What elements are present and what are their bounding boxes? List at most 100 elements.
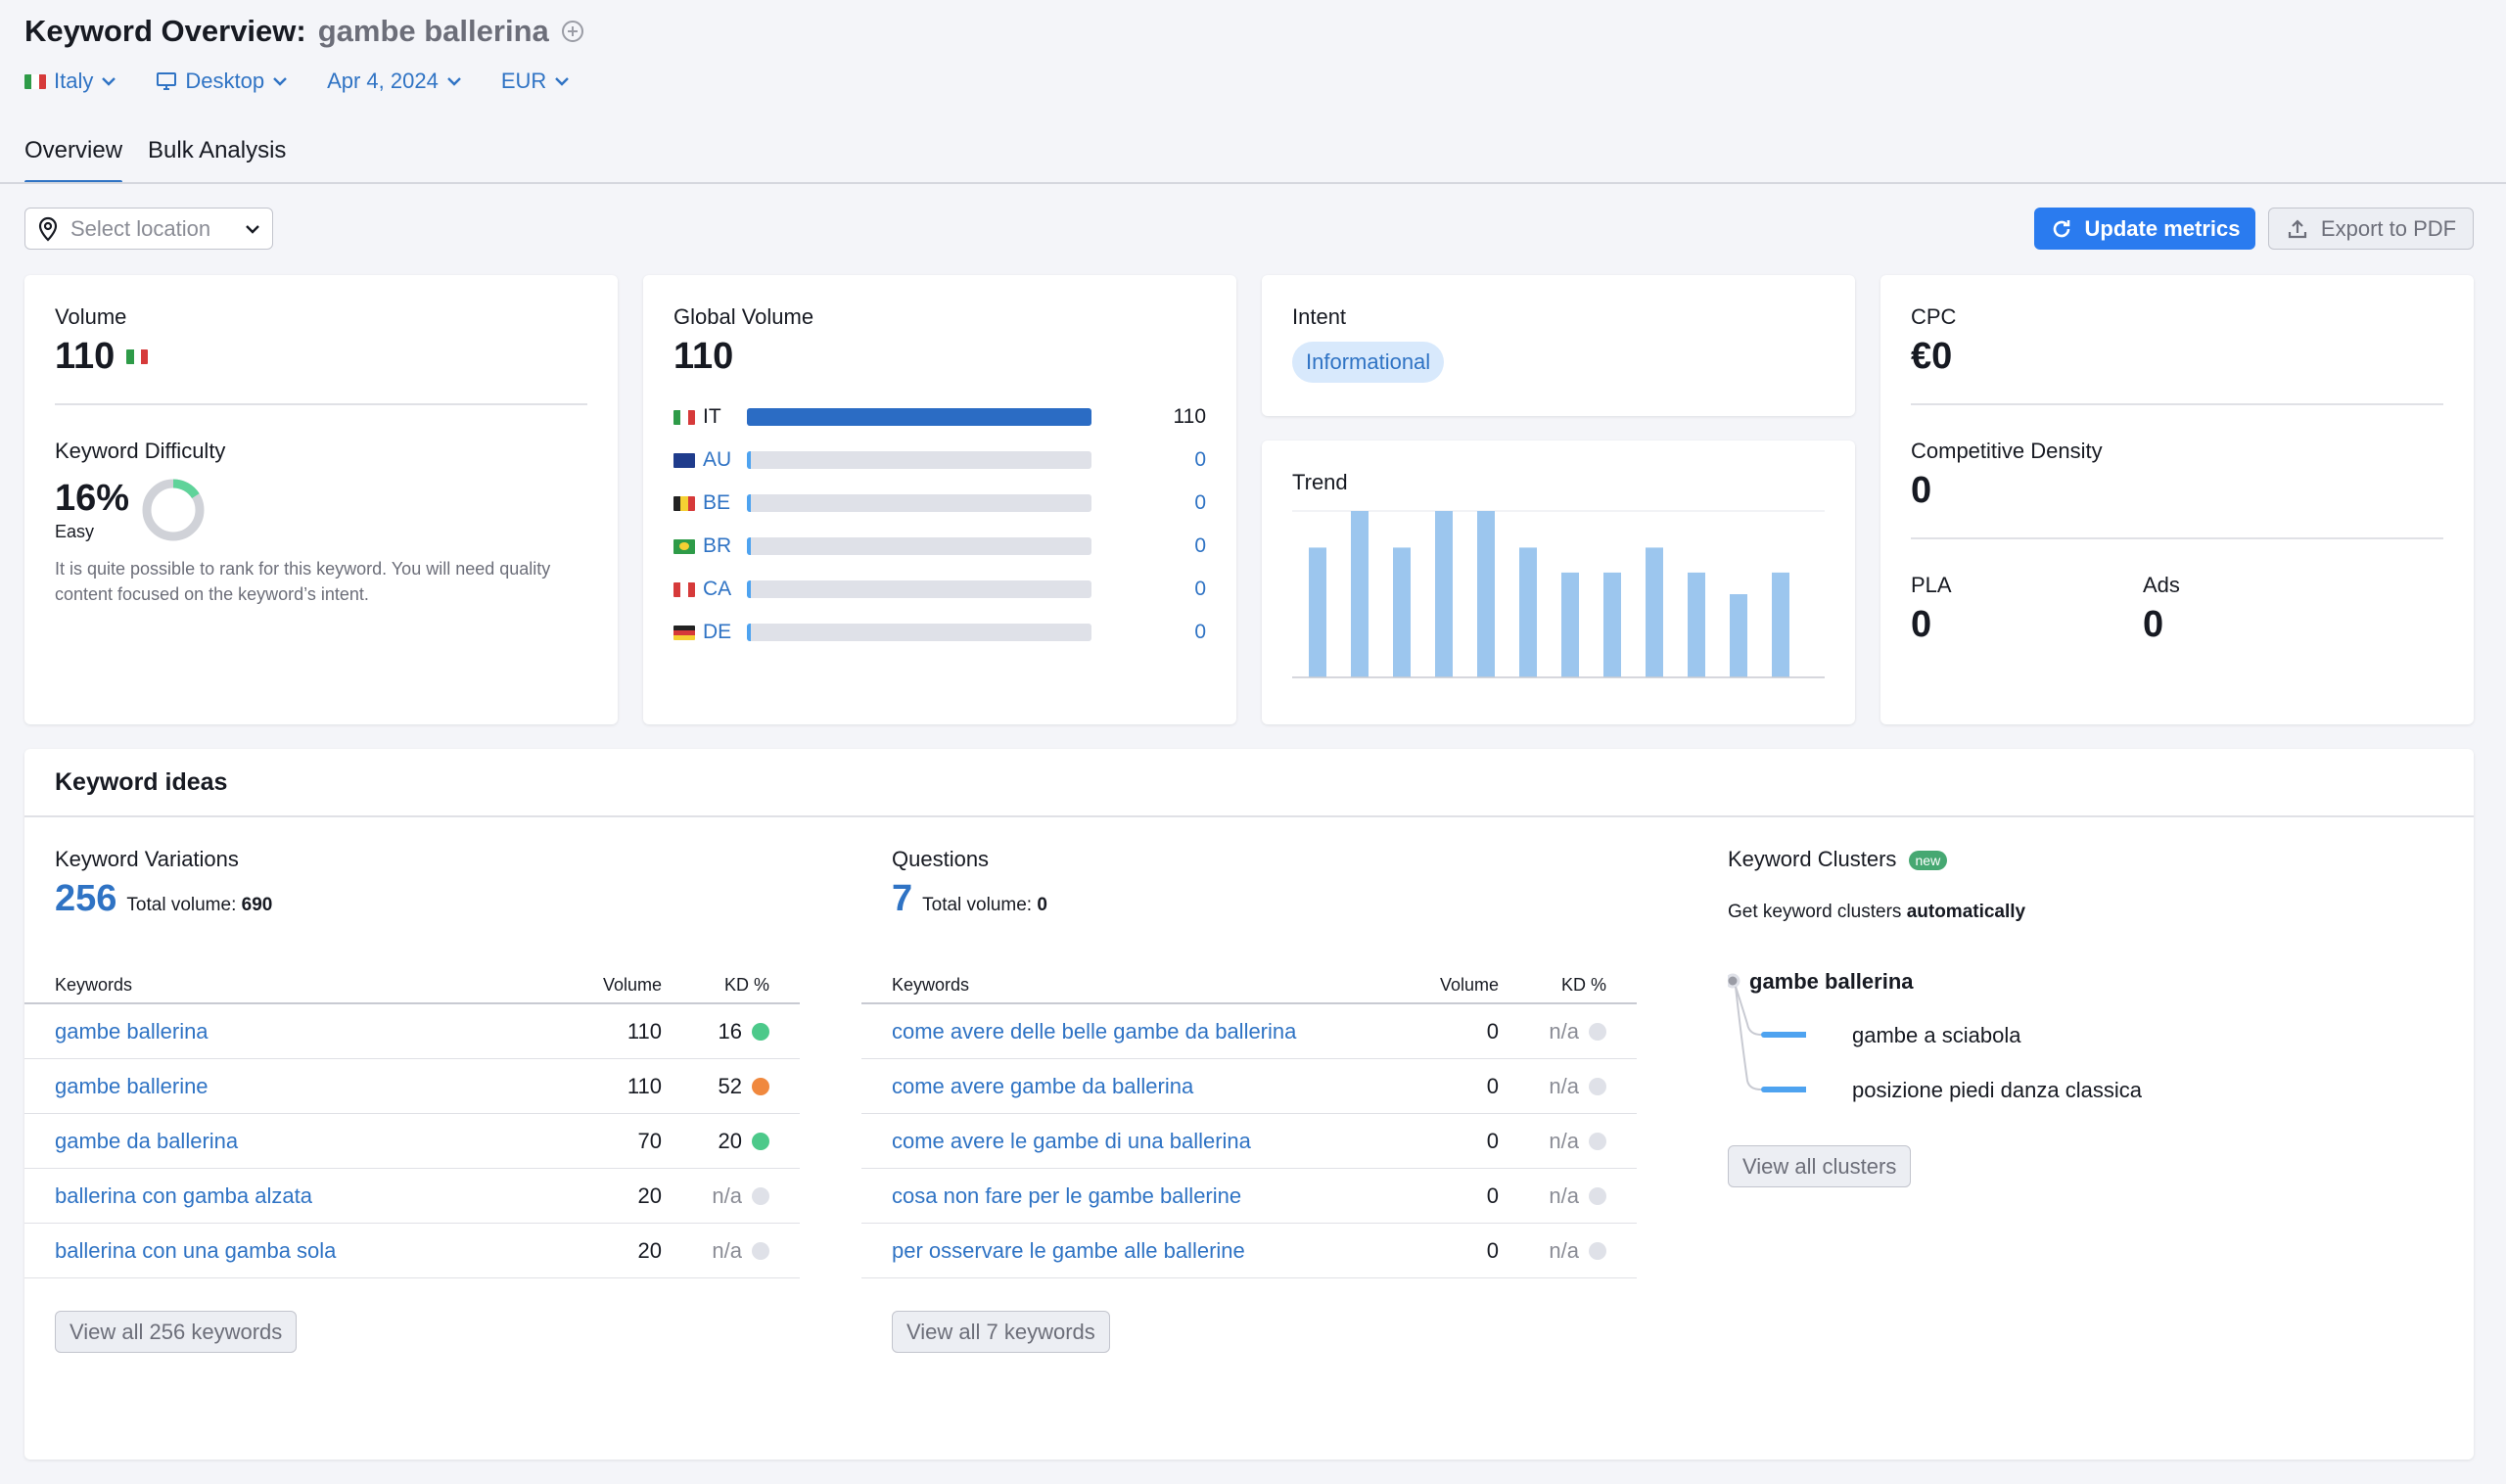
country-volume-value[interactable]: 0 — [1091, 578, 1206, 601]
variations-total-label: Total volume: — [126, 895, 237, 915]
keyword-link[interactable]: cosa non fare per le gambe ballerine — [892, 1183, 1391, 1209]
table-row: come avere delle belle gambe da ballerin… — [861, 1004, 1637, 1059]
volume-label: Volume — [55, 304, 127, 329]
country-filter[interactable]: Italy — [24, 69, 116, 94]
pla-value: 0 — [1911, 604, 1932, 645]
de-flag-icon — [673, 625, 695, 640]
trend-bar[interactable] — [1772, 572, 1789, 677]
col-keywords: Keywords — [892, 974, 970, 995]
kd-value: 20 — [718, 1128, 742, 1153]
trend-bar[interactable] — [1309, 547, 1326, 677]
add-circle-icon[interactable] — [561, 20, 584, 43]
tab-bulk-analysis[interactable]: Bulk Analysis — [148, 133, 286, 184]
cpc-label: CPC — [1911, 304, 1957, 329]
keyword-link[interactable]: gambe da ballerina — [55, 1129, 554, 1154]
country-code: AU — [703, 448, 732, 471]
cluster-root: gambe ballerina — [1749, 969, 1914, 994]
location-select-label: Select location — [70, 215, 211, 241]
table-row: gambe ballerina 110 16 — [24, 1004, 800, 1059]
kd-status-dot — [752, 1022, 769, 1041]
keyword-link[interactable]: come avere le gambe di una ballerina — [892, 1129, 1391, 1154]
table-row: gambe ballerine 110 52 — [24, 1059, 800, 1114]
keyword-kd: n/a — [1499, 1183, 1606, 1209]
variations-count[interactable]: 256 — [55, 878, 116, 920]
page-title: Keyword Overview: — [24, 14, 306, 48]
trend-bar[interactable] — [1351, 511, 1369, 677]
currency-filter[interactable]: EUR — [501, 69, 570, 94]
country-code: BE — [703, 491, 731, 514]
kd-description: It is quite possible to rank for this ke… — [55, 559, 551, 604]
kd-value: n/a — [1549, 1237, 1579, 1263]
keyword-kd: 52 — [662, 1074, 769, 1099]
trend-bar[interactable] — [1519, 547, 1537, 677]
keyword-variations-header: Keyword Variations 256 Total volume: 690 — [55, 817, 272, 920]
kd-status-dot — [1589, 1022, 1606, 1041]
questions-table: Keywords Volume KD % come avere delle be… — [861, 967, 1637, 1278]
keyword-link[interactable]: come avere gambe da ballerina — [892, 1074, 1391, 1099]
cluster-child-1: gambe a sciabola — [1852, 1023, 2021, 1047]
trend-bar[interactable] — [1730, 594, 1747, 677]
questions-title: Questions — [892, 847, 990, 871]
device-filter[interactable]: Desktop — [156, 69, 288, 94]
view-all-questions-button[interactable]: View all 7 keywords — [892, 1311, 1110, 1353]
au-flag-icon — [673, 452, 695, 468]
keyword-kd: n/a — [1499, 1019, 1606, 1044]
keyword-link[interactable]: per osservare le gambe alle ballerine — [892, 1238, 1391, 1264]
country-volume-list: IT 110 AU 0 BE 0 BR 0 CA 0 DE 0 — [673, 395, 1206, 654]
view-all-keywords-button[interactable]: View all 256 keywords — [55, 1311, 298, 1353]
kd-status-dot — [752, 1186, 769, 1205]
kd-value: n/a — [1549, 1073, 1579, 1098]
currency-filter-label: EUR — [500, 69, 547, 93]
country-volume-value[interactable]: 0 — [1091, 534, 1206, 558]
trend-bar[interactable] — [1646, 547, 1663, 677]
trend-bar[interactable] — [1688, 572, 1705, 677]
keyword-link[interactable]: gambe ballerine — [55, 1074, 554, 1099]
ads-label: Ads — [2143, 573, 2180, 597]
update-metrics-button[interactable]: Update metrics — [2034, 208, 2255, 250]
country-row-de: DE 0 — [673, 611, 1206, 654]
country-row-br: BR 0 — [673, 525, 1206, 568]
questions-total-volume: 0 — [1037, 895, 1047, 915]
kd-value: n/a — [1549, 1128, 1579, 1153]
country-code: BR — [703, 534, 732, 557]
intent-label: Intent — [1292, 304, 1347, 329]
kd-value: 16% — [55, 478, 130, 519]
trend-bar[interactable] — [1477, 511, 1495, 677]
tab-overview[interactable]: Overview — [24, 133, 123, 184]
chevron-down-icon — [555, 77, 570, 86]
country-volume-value[interactable]: 0 — [1091, 448, 1206, 472]
country-volume-bar-fill — [747, 624, 752, 641]
location-select[interactable]: Select location — [24, 208, 273, 250]
view-all-clusters-button[interactable]: View all clusters — [1728, 1145, 1912, 1187]
keyword-volume: 0 — [1486, 1128, 1499, 1153]
country-row-ca: CA 0 — [673, 568, 1206, 611]
kd-value: n/a — [1549, 1183, 1579, 1208]
trend-bar[interactable] — [1603, 572, 1621, 677]
country-volume-value[interactable]: 0 — [1091, 491, 1206, 515]
keyword-link[interactable]: come avere delle belle gambe da ballerin… — [892, 1019, 1391, 1044]
col-keywords: Keywords — [55, 974, 133, 995]
trend-bar[interactable] — [1393, 547, 1411, 677]
kd-level: Easy — [55, 522, 95, 541]
keyword-link[interactable]: gambe ballerina — [55, 1019, 554, 1044]
keyword-kd: n/a — [1499, 1129, 1606, 1154]
country-volume-value[interactable]: 0 — [1091, 621, 1206, 644]
export-pdf-button[interactable]: Export to PDF — [2268, 208, 2474, 250]
keyword-link[interactable]: ballerina con gamba alzata — [55, 1183, 554, 1209]
keyword-kd: 16 — [662, 1019, 769, 1044]
country-volume-bar — [747, 408, 1091, 426]
country-row-be: BE 0 — [673, 482, 1206, 525]
trend-bar[interactable] — [1561, 572, 1579, 677]
questions-table-header: Keywords Volume KD % — [861, 967, 1637, 1004]
questions-count[interactable]: 7 — [892, 878, 912, 920]
pla-label: PLA — [1911, 573, 1952, 597]
kd-status-dot — [1589, 1186, 1606, 1205]
density-divider — [1911, 537, 2443, 539]
keyword-link[interactable]: ballerina con una gamba sola — [55, 1238, 554, 1264]
keyword-volume: 20 — [637, 1183, 662, 1208]
date-filter[interactable]: Apr 4, 2024 — [327, 69, 462, 94]
chevron-down-icon — [246, 224, 259, 234]
variations-title: Keyword Variations — [55, 847, 239, 871]
keyword-clusters-section: Keyword Clusters new Get keyword cluster… — [1728, 817, 2413, 923]
trend-bar[interactable] — [1435, 511, 1453, 677]
